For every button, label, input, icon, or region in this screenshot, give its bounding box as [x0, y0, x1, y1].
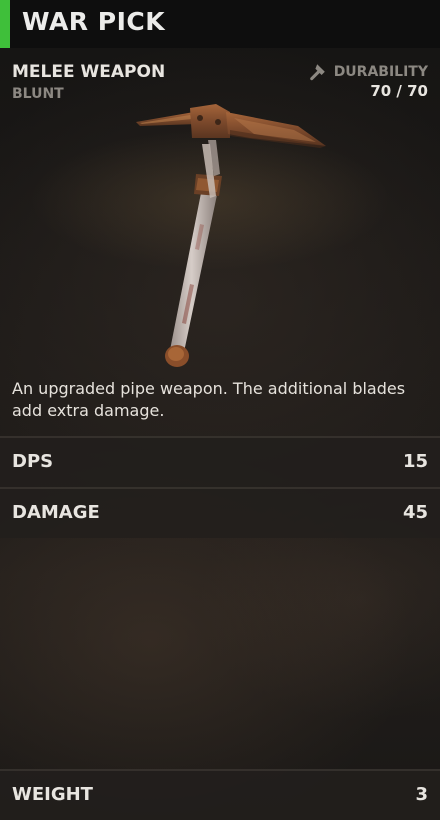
durability-value: 70 / 70: [370, 82, 428, 100]
stat-value: 3: [415, 784, 428, 805]
durability-label: DURABILITY: [333, 64, 428, 80]
war-pick-image: [136, 104, 326, 367]
stat-row-dps: DPS 15: [0, 436, 440, 487]
item-subcategory: BLUNT: [12, 86, 64, 102]
item-name: WAR PICK: [22, 7, 166, 36]
stat-label: DAMAGE: [12, 502, 100, 523]
stat-value: 45: [402, 502, 428, 523]
stat-label: WEIGHT: [12, 784, 93, 805]
item-description: An upgraded pipe weapon. The additional …: [12, 379, 406, 420]
title-bar: WAR PICK: [0, 0, 440, 48]
item-category: MELEE WEAPON: [12, 62, 166, 82]
durability-header: DURABILITY: [308, 62, 428, 82]
stat-row-weight: WEIGHT 3: [0, 769, 440, 820]
rarity-accent-bar: [0, 0, 10, 48]
item-tooltip-panel: WAR PICK MELEE WEAPON BLUNT DURABILITY 7…: [0, 0, 440, 820]
stat-row-damage: DAMAGE 45: [0, 487, 440, 538]
stat-value: 15: [402, 451, 428, 472]
stat-label: DPS: [12, 451, 54, 472]
hammer-icon: [308, 62, 328, 82]
